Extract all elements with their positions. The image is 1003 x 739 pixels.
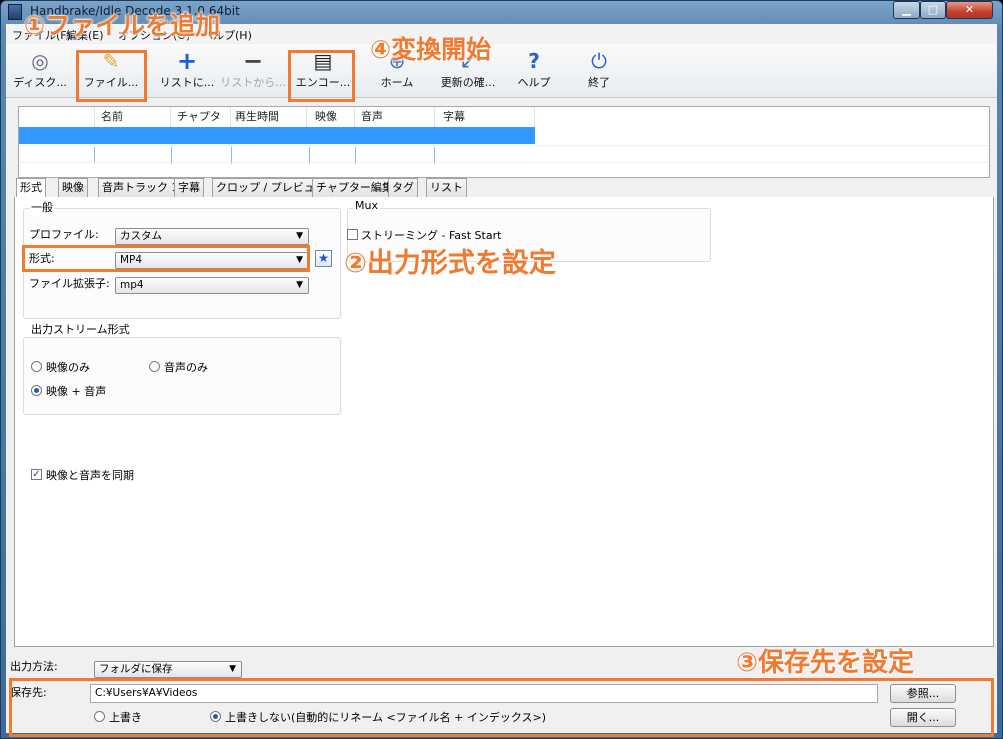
list-col-duration[interactable]: 再生時間	[235, 107, 307, 127]
video-only-radio[interactable]	[31, 361, 42, 372]
close-button[interactable]: ✕	[946, 1, 993, 19]
chevron-down-icon: ▼	[229, 664, 236, 674]
disc-button-label: ディスク...	[13, 76, 67, 89]
help-button[interactable]: ? ヘルプ	[510, 48, 558, 96]
video-only-label: 映像のみ	[46, 361, 90, 374]
extension-value: mp4	[120, 279, 144, 291]
tab-format[interactable]: 形式	[16, 178, 46, 199]
favorite-star-button[interactable]: ★	[315, 250, 332, 267]
output-stream-label: 出力ストリーム形式	[29, 321, 132, 337]
toolbar: ◎ ディスク... ✎ ファイル... + リストに... − リストから...…	[6, 44, 997, 98]
maximize-button[interactable]: □	[920, 1, 946, 19]
app-icon	[8, 4, 22, 20]
annotation-box-add-file	[76, 50, 147, 102]
audio-only-label: 音声のみ	[164, 361, 208, 374]
sync-label: 映像と音声を同期	[46, 469, 134, 482]
power-icon: ⏻	[591, 49, 607, 73]
tab-tag[interactable]: タグ	[388, 178, 418, 198]
list-col-blank	[19, 107, 95, 127]
tab-chapter-edit[interactable]: チャプター編集	[312, 178, 397, 198]
client-area: ファイル(F) 編集(E) オプション(O) ヘルプ(H) ◎ ディスク... …	[6, 24, 997, 733]
tab-audio-track[interactable]: 音声トラック 1	[98, 178, 183, 198]
list-col-video[interactable]: 映像	[315, 107, 355, 127]
disc-icon: ◎	[31, 49, 49, 73]
row-divider	[19, 145, 989, 146]
remove-from-list-label: リストから...	[220, 76, 286, 89]
table-row[interactable]: テスト(ts).ts 0 00:00:05 H.26... 1. Unknow.…	[19, 127, 535, 164]
annotation-start: ④変換開始	[370, 35, 492, 64]
video-audio-label: 映像 + 音声	[46, 385, 107, 398]
add-to-list-label: リストに...	[159, 76, 215, 89]
add-to-list-button[interactable]: + リストに...	[156, 48, 218, 96]
list-col-audio[interactable]: 音声	[361, 107, 435, 127]
star-icon: ★	[318, 251, 329, 265]
general-group-label: 一般	[29, 199, 55, 215]
remove-from-list-button[interactable]: − リストから...	[218, 48, 288, 96]
profile-value: カスタム	[120, 230, 162, 242]
audio-only-radio[interactable]	[149, 361, 160, 372]
output-method-value: フォルダに保存	[99, 663, 173, 675]
list-col-chapter[interactable]: チャプター	[177, 107, 231, 143]
annotation-box-destination	[9, 678, 994, 737]
profile-label: プロファイル:	[29, 228, 99, 241]
exit-button[interactable]: ⏻ 終了	[576, 48, 622, 96]
disc-button[interactable]: ◎ ディスク...	[8, 48, 72, 96]
check-update-label: 更新の確...	[440, 76, 496, 89]
annotation-format: ②出力形式を設定	[344, 248, 556, 279]
minus-icon: −	[242, 47, 264, 75]
annotation-box-format	[22, 245, 310, 272]
faststart-checkbox[interactable]	[347, 229, 358, 240]
chevron-down-icon: ▼	[296, 280, 303, 290]
annotation-add-file: ①ファイルを追加	[24, 11, 221, 40]
sync-checkbox[interactable]: ✓	[31, 469, 42, 480]
tab-list[interactable]: リスト	[426, 178, 467, 198]
mux-group-label: Mux	[353, 199, 380, 212]
annotation-box-encode	[288, 50, 355, 102]
home-button-label: ホーム	[380, 76, 414, 89]
tab-video[interactable]: 映像	[58, 178, 88, 198]
list-col-subtitle[interactable]: 字幕	[443, 107, 535, 127]
plus-icon: +	[176, 47, 198, 75]
tab-subtitle[interactable]: 字幕	[174, 178, 204, 198]
question-icon: ?	[528, 49, 540, 73]
output-method-label: 出力方法:	[10, 660, 58, 673]
video-audio-radio[interactable]	[31, 385, 42, 396]
tab-strip: 形式 映像 音声トラック 1 字幕 クロップ / プレビュー チャプター編集 タ…	[14, 178, 994, 199]
chevron-down-icon: ▼	[296, 231, 303, 241]
annotation-destination: ③保存先を設定	[736, 648, 915, 678]
minimize-button[interactable]: ▁	[893, 1, 920, 19]
row-divider	[19, 162, 989, 163]
extension-label: ファイル拡張子:	[29, 277, 110, 290]
output-method-select[interactable]: フォルダに保存 ▼	[94, 661, 242, 678]
output-stream-group	[23, 337, 341, 415]
exit-button-label: 終了	[588, 76, 610, 89]
profile-select[interactable]: カスタム ▼	[115, 228, 309, 245]
file-list: 名前 チャプター 再生時間 映像 音声 字幕 テスト(ts).ts 0 00:0…	[18, 106, 990, 178]
help-button-label: ヘルプ	[517, 76, 551, 89]
list-col-name[interactable]: 名前	[101, 107, 171, 127]
extension-select[interactable]: mp4 ▼	[115, 277, 309, 294]
